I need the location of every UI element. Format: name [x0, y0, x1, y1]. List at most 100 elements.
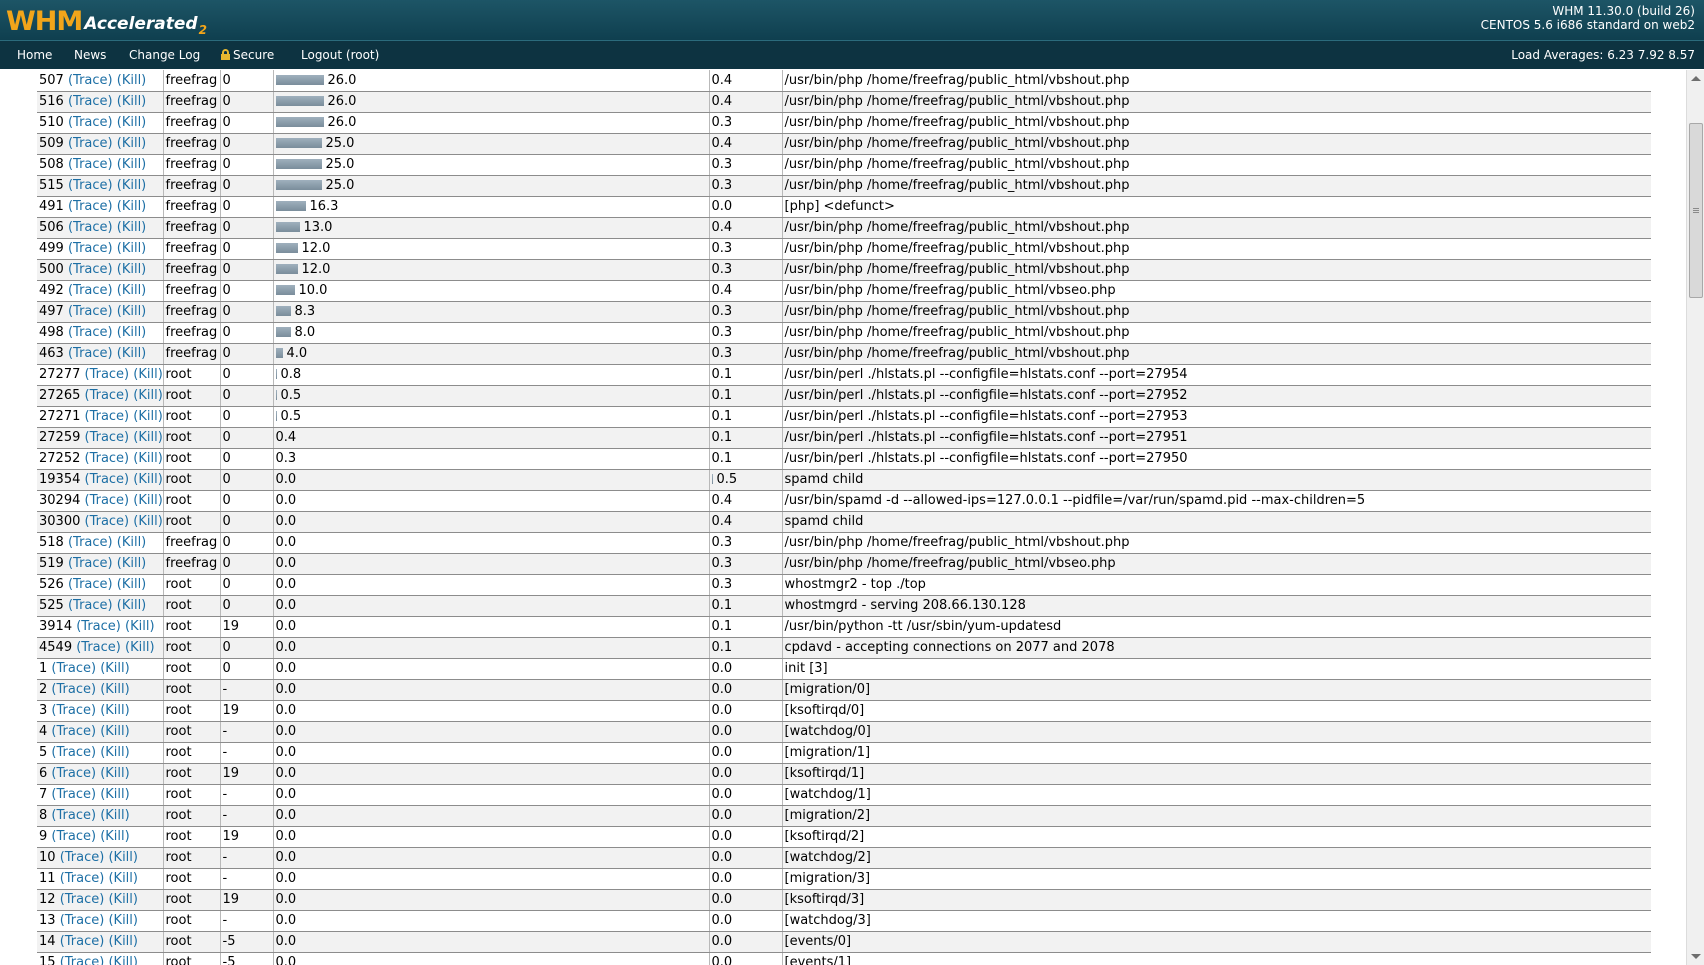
- kill-link[interactable]: (Kill): [100, 787, 130, 802]
- kill-link[interactable]: (Kill): [125, 640, 155, 655]
- trace-link[interactable]: (Trace): [51, 829, 96, 844]
- trace-link[interactable]: (Trace): [68, 157, 113, 172]
- kill-link[interactable]: (Kill): [133, 430, 163, 445]
- trace-link[interactable]: (Trace): [85, 514, 130, 529]
- trace-link[interactable]: (Trace): [68, 94, 113, 109]
- kill-link[interactable]: (Kill): [100, 724, 130, 739]
- arrow-up-icon[interactable]: [1691, 76, 1701, 81]
- kill-link[interactable]: (Kill): [133, 388, 163, 403]
- trace-link[interactable]: (Trace): [68, 325, 113, 340]
- trace-link[interactable]: (Trace): [85, 451, 130, 466]
- kill-link[interactable]: (Kill): [117, 199, 147, 214]
- kill-link[interactable]: (Kill): [100, 745, 130, 760]
- kill-link[interactable]: (Kill): [117, 220, 147, 235]
- trace-link[interactable]: (Trace): [85, 472, 130, 487]
- trace-link[interactable]: (Trace): [60, 955, 105, 965]
- kill-link[interactable]: (Kill): [117, 283, 147, 298]
- kill-link[interactable]: (Kill): [133, 367, 163, 382]
- kill-link[interactable]: (Kill): [117, 262, 147, 277]
- arrow-down-icon[interactable]: [1691, 954, 1701, 959]
- nav-logout-link[interactable]: Logout (root): [301, 48, 379, 62]
- whm-logo[interactable]: WHM Accelerated 2: [6, 3, 207, 38]
- kill-link[interactable]: (Kill): [100, 829, 130, 844]
- cpu-cell: 0.5: [272, 385, 709, 407]
- kill-link[interactable]: (Kill): [108, 850, 138, 865]
- user-cell: root: [162, 742, 220, 764]
- kill-link[interactable]: (Kill): [117, 136, 147, 151]
- trace-link[interactable]: (Trace): [68, 136, 113, 151]
- kill-link[interactable]: (Kill): [108, 913, 138, 928]
- kill-link[interactable]: (Kill): [117, 556, 147, 571]
- trace-link[interactable]: (Trace): [68, 199, 113, 214]
- trace-link[interactable]: (Trace): [51, 808, 96, 823]
- nav-secure-link[interactable]: Secure: [221, 48, 274, 62]
- trace-link[interactable]: (Trace): [60, 934, 105, 949]
- trace-link[interactable]: (Trace): [68, 178, 113, 193]
- trace-link[interactable]: (Trace): [68, 262, 113, 277]
- trace-link[interactable]: (Trace): [51, 745, 96, 760]
- trace-link[interactable]: (Trace): [68, 115, 113, 130]
- nice-cell-text: 0: [222, 136, 231, 151]
- vertical-scrollbar[interactable]: [1686, 70, 1704, 965]
- trace-link[interactable]: (Trace): [51, 724, 96, 739]
- trace-link[interactable]: (Trace): [68, 73, 113, 88]
- command-cell-text: /usr/bin/php /home/freefrag/public_html/…: [784, 94, 1130, 109]
- trace-link[interactable]: (Trace): [85, 367, 130, 382]
- trace-link[interactable]: (Trace): [85, 493, 130, 508]
- trace-link[interactable]: (Trace): [60, 892, 105, 907]
- trace-link[interactable]: (Trace): [68, 535, 113, 550]
- trace-link[interactable]: (Trace): [51, 703, 96, 718]
- kill-link[interactable]: (Kill): [117, 94, 147, 109]
- kill-link[interactable]: (Kill): [108, 871, 138, 886]
- kill-link[interactable]: (Kill): [117, 304, 147, 319]
- kill-link[interactable]: (Kill): [100, 766, 130, 781]
- kill-link[interactable]: (Kill): [125, 619, 155, 634]
- trace-link[interactable]: (Trace): [68, 346, 113, 361]
- trace-link[interactable]: (Trace): [85, 430, 130, 445]
- trace-link[interactable]: (Trace): [68, 598, 113, 613]
- trace-link[interactable]: (Trace): [68, 241, 113, 256]
- kill-link[interactable]: (Kill): [100, 682, 130, 697]
- kill-link[interactable]: (Kill): [117, 577, 147, 592]
- nav-changelog-link[interactable]: Change Log: [129, 48, 200, 62]
- trace-link[interactable]: (Trace): [76, 640, 121, 655]
- nav-news-link[interactable]: News: [74, 48, 106, 62]
- kill-link[interactable]: (Kill): [133, 451, 163, 466]
- kill-link[interactable]: (Kill): [117, 73, 147, 88]
- trace-link[interactable]: (Trace): [76, 619, 121, 634]
- trace-link[interactable]: (Trace): [85, 388, 130, 403]
- kill-link[interactable]: (Kill): [108, 892, 138, 907]
- trace-link[interactable]: (Trace): [51, 682, 96, 697]
- kill-link[interactable]: (Kill): [117, 157, 147, 172]
- kill-link[interactable]: (Kill): [117, 115, 147, 130]
- kill-link[interactable]: (Kill): [108, 955, 138, 965]
- kill-link[interactable]: (Kill): [117, 241, 147, 256]
- kill-link[interactable]: (Kill): [108, 934, 138, 949]
- trace-link[interactable]: (Trace): [60, 871, 105, 886]
- kill-link[interactable]: (Kill): [117, 535, 147, 550]
- kill-link[interactable]: (Kill): [117, 346, 147, 361]
- trace-link[interactable]: (Trace): [60, 913, 105, 928]
- trace-link[interactable]: (Trace): [51, 766, 96, 781]
- trace-link[interactable]: (Trace): [68, 577, 113, 592]
- kill-link[interactable]: (Kill): [133, 493, 163, 508]
- kill-link[interactable]: (Kill): [133, 514, 163, 529]
- kill-link[interactable]: (Kill): [133, 472, 163, 487]
- kill-link[interactable]: (Kill): [100, 661, 130, 676]
- kill-link[interactable]: (Kill): [117, 325, 147, 340]
- kill-link[interactable]: (Kill): [100, 703, 130, 718]
- trace-link[interactable]: (Trace): [68, 283, 113, 298]
- trace-link[interactable]: (Trace): [60, 850, 105, 865]
- trace-link[interactable]: (Trace): [68, 556, 113, 571]
- nav-home-link[interactable]: Home: [17, 48, 52, 62]
- scrollbar-thumb[interactable]: [1689, 123, 1703, 298]
- trace-link[interactable]: (Trace): [51, 661, 96, 676]
- kill-link[interactable]: (Kill): [117, 598, 147, 613]
- kill-link[interactable]: (Kill): [117, 178, 147, 193]
- trace-link[interactable]: (Trace): [68, 220, 113, 235]
- trace-link[interactable]: (Trace): [51, 787, 96, 802]
- trace-link[interactable]: (Trace): [68, 304, 113, 319]
- kill-link[interactable]: (Kill): [133, 409, 163, 424]
- trace-link[interactable]: (Trace): [85, 409, 130, 424]
- kill-link[interactable]: (Kill): [100, 808, 130, 823]
